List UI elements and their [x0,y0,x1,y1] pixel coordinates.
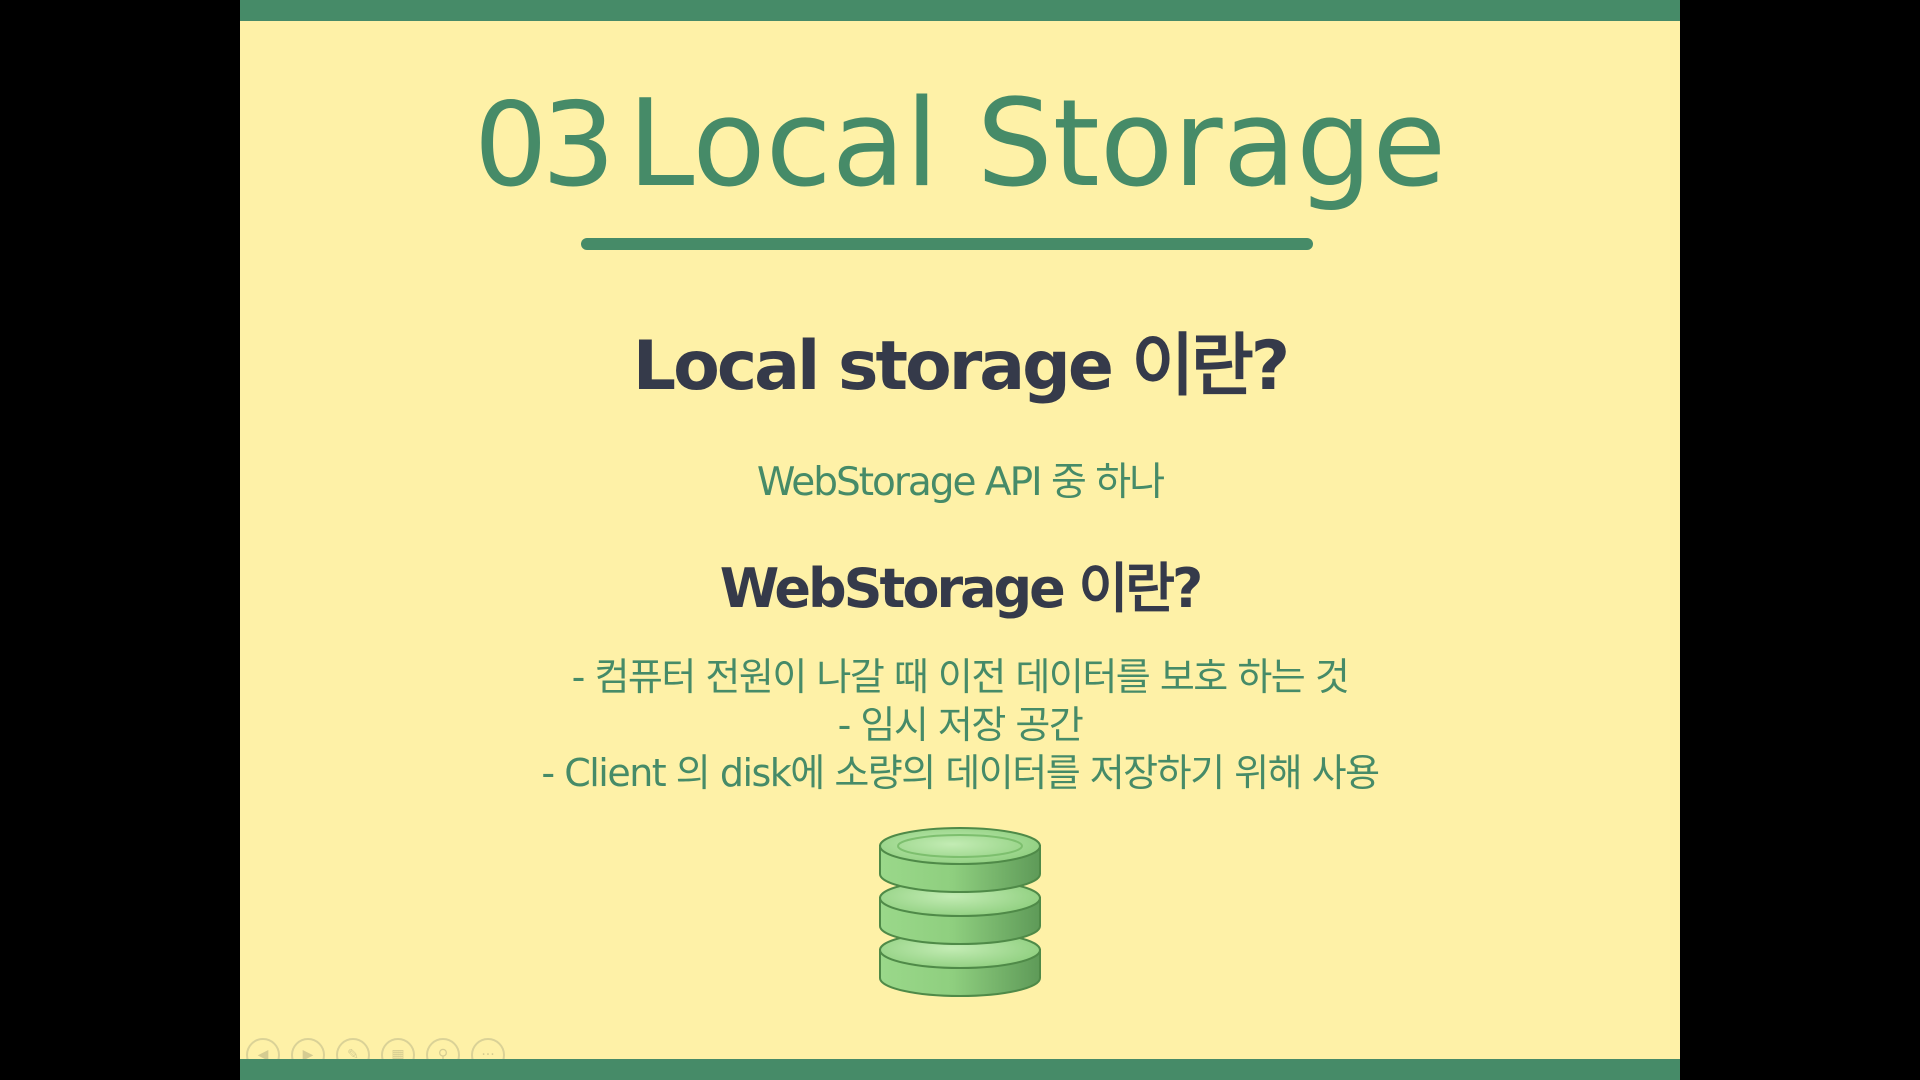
database-stack-icon [879,827,1041,997]
section-title: Local Storage [627,75,1447,214]
bottom-accent-band [240,1059,1680,1080]
question-heading-local-storage: Local storage 이란? [632,327,1290,406]
section-number: 03 [473,78,616,213]
bullet-item: - 임시 저장 공간 [837,703,1084,747]
top-accent-band [240,0,1680,21]
answer-text-webstorage-api: WebStorage API 중 하나 [756,460,1165,505]
title-underline [581,238,1313,250]
bullet-item: - 컴퓨터 전원이 나갈 때 이전 데이터를 보호 하는 것 [571,655,1350,699]
slide-title: 03 Local Storage [240,70,1680,221]
bullet-list: - 컴퓨터 전원이 나갈 때 이전 데이터를 보호 하는 것 - 임시 저장 공… [240,653,1680,797]
question-heading-webstorage: WebStorage 이란? [719,557,1204,620]
bullet-item: - Client 의 disk에 소량의 데이터를 저장하기 위해 사용 [541,751,1380,795]
slide-canvas: 03 Local Storage Local storage 이란? WebSto… [240,0,1680,1080]
